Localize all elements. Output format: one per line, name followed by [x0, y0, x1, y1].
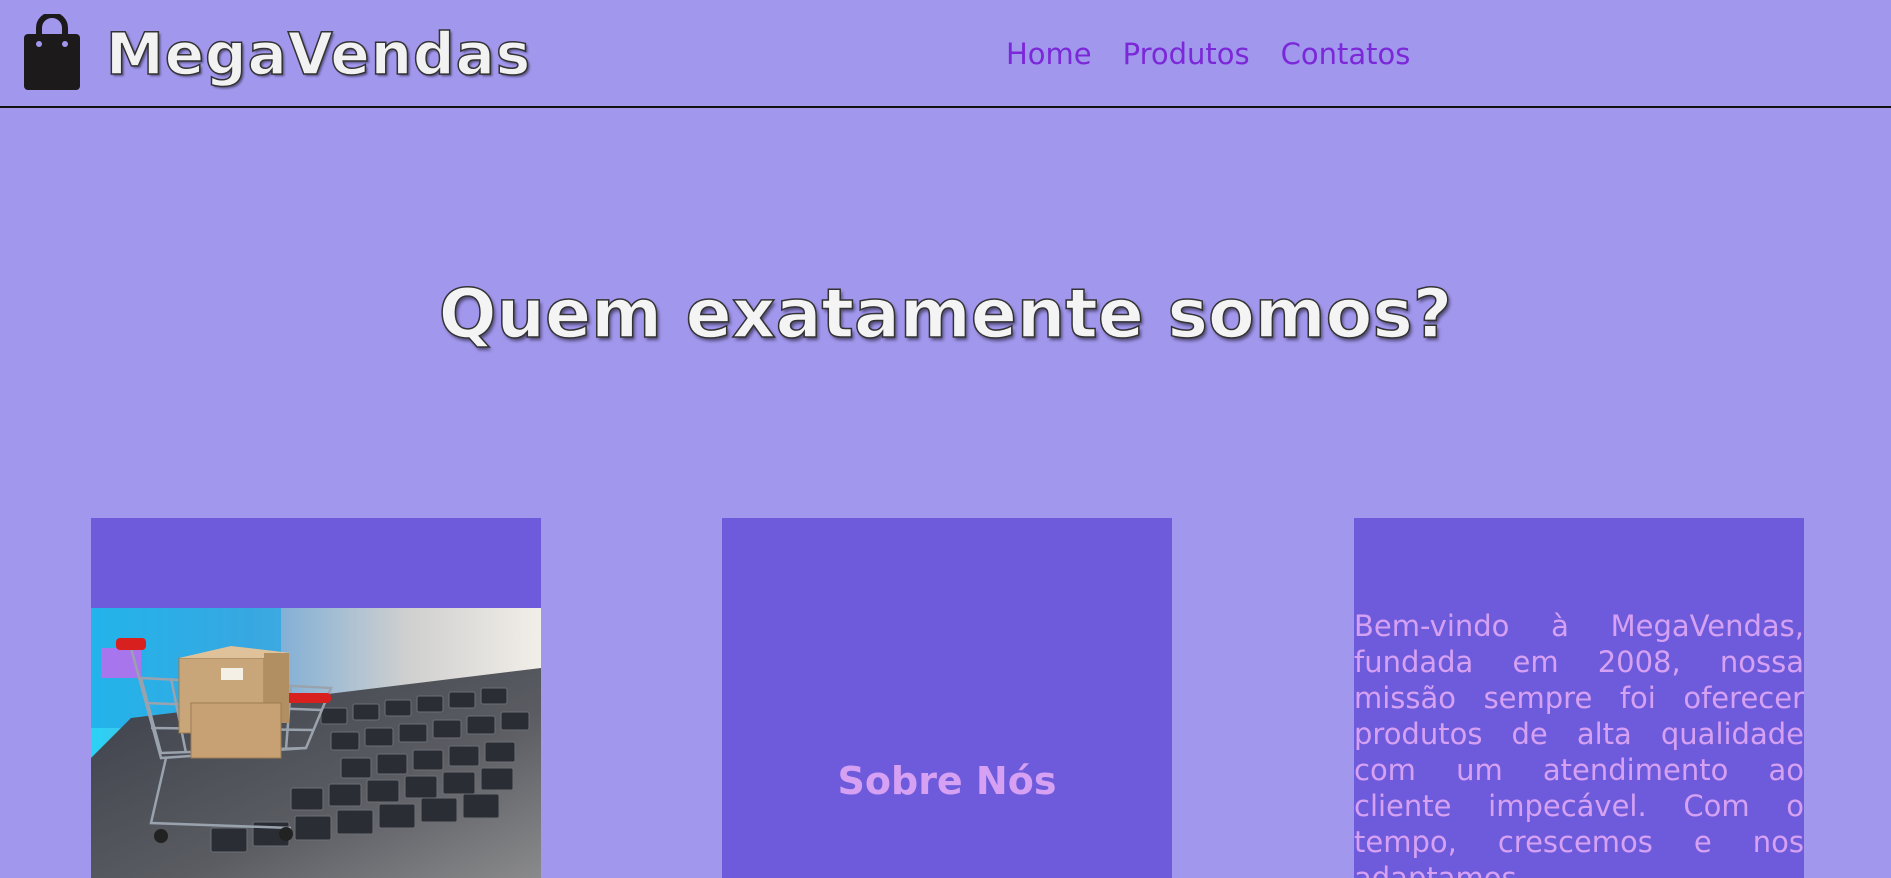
about-text: Bem-vindo à MegaVendas, fundada em 2008,…: [1354, 609, 1804, 878]
image-card: [91, 518, 541, 878]
about-title: Sobre Nós: [837, 759, 1057, 803]
nav-home-link[interactable]: Home: [1006, 34, 1092, 74]
shopping-bag-icon[interactable]: [22, 14, 82, 90]
main-nav: Home Produtos Contatos: [1006, 34, 1410, 74]
about-card: Sobre Nós: [722, 518, 1172, 878]
shopping-cart-laptop-image: [91, 608, 541, 878]
nav-contatos-link[interactable]: Contatos: [1281, 34, 1411, 74]
hero-title: Quem exatamente somos?: [438, 274, 1453, 355]
about-text-card: Bem-vindo à MegaVendas, fundada em 2008,…: [1354, 518, 1804, 878]
nav-produtos-link[interactable]: Produtos: [1123, 34, 1250, 74]
brand-name[interactable]: MegaVendas: [105, 14, 531, 94]
site-header: MegaVendas Home Produtos Contatos: [0, 0, 1891, 108]
